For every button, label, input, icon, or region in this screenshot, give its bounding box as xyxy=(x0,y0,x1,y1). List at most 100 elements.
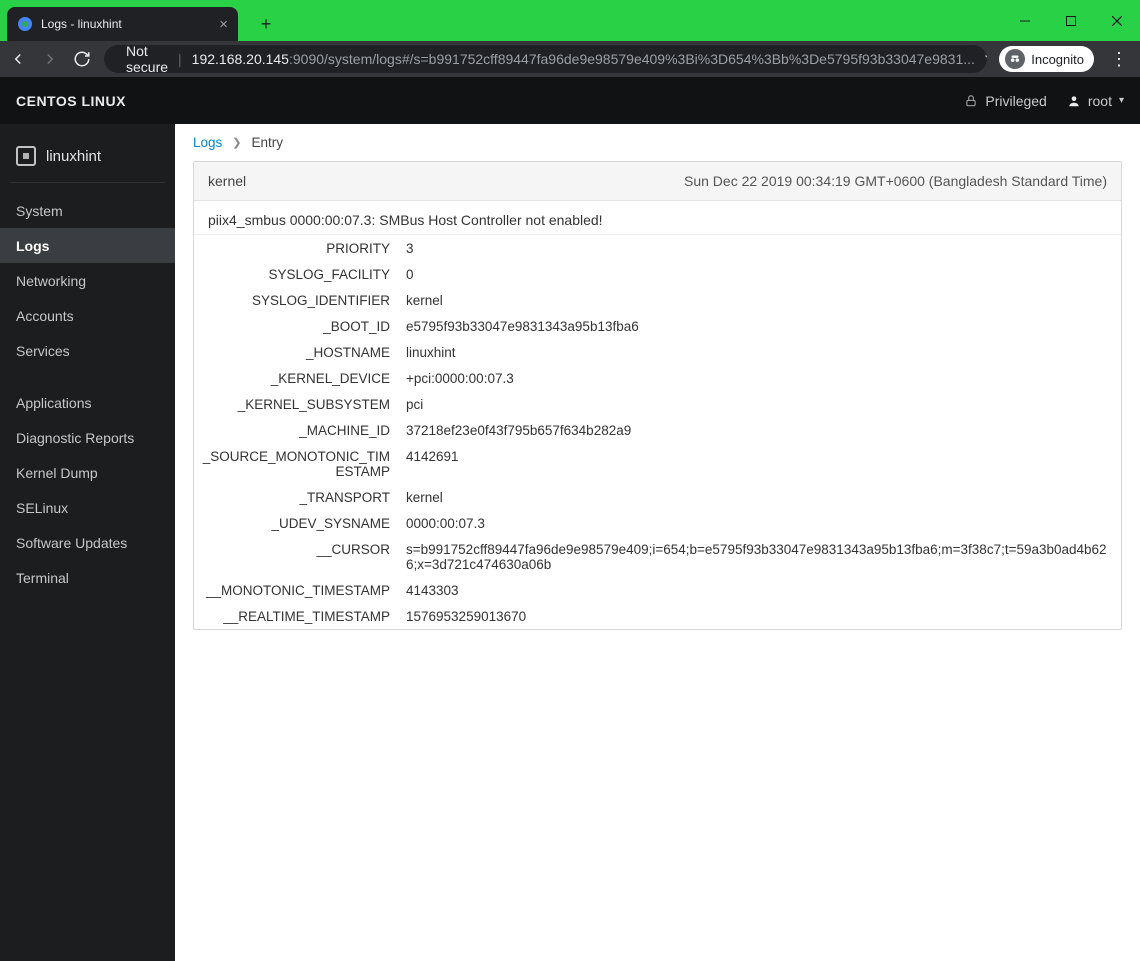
table-row: _HOSTNAMElinuxhint xyxy=(194,339,1121,365)
breadcrumb: Logs ❯ Entry xyxy=(175,124,1140,161)
chevron-down-icon: ▾ xyxy=(1119,95,1124,106)
brand-label: CENTOS LINUX xyxy=(16,93,126,109)
table-row: PRIORITY3 xyxy=(194,235,1121,261)
table-row: _MACHINE_ID37218ef23e0f43f795b657f634b28… xyxy=(194,417,1121,443)
browser-tab[interactable]: Logs - linuxhint × xyxy=(7,7,238,41)
browser-titlebar: Logs - linuxhint × + xyxy=(0,0,1140,41)
app-root: CENTOS LINUX Privileged root ▾ linuxhint… xyxy=(0,77,1140,961)
sidebar-item-logs[interactable]: Logs xyxy=(0,228,175,263)
bookmark-icon[interactable] xyxy=(985,50,987,69)
field-key: _SOURCE_MONOTONIC_TIMESTAMP xyxy=(194,443,398,484)
sidebar-item-terminal[interactable]: Terminal xyxy=(0,561,175,596)
field-key: SYSLOG_FACILITY xyxy=(194,261,398,287)
log-source-label: kernel xyxy=(208,173,246,189)
sidebar-item-accounts[interactable]: Accounts xyxy=(0,299,175,334)
table-row: _BOOT_IDe5795f93b33047e9831343a95b13fba6 xyxy=(194,313,1121,339)
chevron-right-icon: ❯ xyxy=(232,136,241,149)
table-row: __CURSORs=b991752cff89447fa96de9e98579e4… xyxy=(194,536,1121,577)
sidebar-group-spacer xyxy=(0,369,175,385)
log-time-label: Sun Dec 22 2019 00:34:19 GMT+0600 (Bangl… xyxy=(684,173,1107,189)
field-key: _UDEV_SYSNAME xyxy=(194,510,398,536)
field-key: PRIORITY xyxy=(194,235,398,261)
incognito-icon xyxy=(1005,49,1025,69)
lock-icon xyxy=(964,94,978,108)
log-message-row: piix4_smbus 0000:00:07.3: SMBus Host Con… xyxy=(194,201,1121,235)
breadcrumb-current: Entry xyxy=(252,135,284,150)
app-topbar: CENTOS LINUX Privileged root ▾ xyxy=(0,77,1140,124)
incognito-badge[interactable]: Incognito xyxy=(999,46,1094,72)
close-tab-icon[interactable]: × xyxy=(219,16,228,33)
field-value: 3 xyxy=(398,235,1121,261)
field-key: _BOOT_ID xyxy=(194,313,398,339)
favicon-icon xyxy=(17,16,33,32)
user-icon xyxy=(1067,94,1081,108)
sidebar: linuxhint SystemLogsNetworkingAccountsSe… xyxy=(0,124,175,961)
user-label: root xyxy=(1088,93,1112,109)
reload-button[interactable] xyxy=(72,49,92,69)
not-secure-label: Not secure xyxy=(126,45,168,73)
log-fields-table: PRIORITY3SYSLOG_FACILITY0SYSLOG_IDENTIFI… xyxy=(194,235,1121,629)
field-value: e5795f93b33047e9831343a95b13fba6 xyxy=(398,313,1121,339)
field-key: __CURSOR xyxy=(194,536,398,577)
field-key: __MONOTONIC_TIMESTAMP xyxy=(194,577,398,603)
field-value: kernel xyxy=(398,287,1121,313)
close-window-button[interactable] xyxy=(1094,0,1140,41)
content-area: Logs ❯ Entry kernel Sun Dec 22 2019 00:3… xyxy=(175,124,1140,961)
tab-title: Logs - linuxhint xyxy=(41,17,211,31)
forward-button[interactable] xyxy=(40,49,60,69)
sidebar-item-software-updates[interactable]: Software Updates xyxy=(0,526,175,561)
field-key: _TRANSPORT xyxy=(194,484,398,510)
browser-menu-button[interactable]: ⋮ xyxy=(1106,49,1132,70)
minimize-button[interactable] xyxy=(1002,0,1048,41)
table-row: _UDEV_SYSNAME0000:00:07.3 xyxy=(194,510,1121,536)
window-controls xyxy=(1002,0,1140,41)
field-key: _MACHINE_ID xyxy=(194,417,398,443)
table-row: _SOURCE_MONOTONIC_TIMESTAMP4142691 xyxy=(194,443,1121,484)
log-entry-panel: kernel Sun Dec 22 2019 00:34:19 GMT+0600… xyxy=(193,161,1122,630)
table-row: SYSLOG_FACILITY0 xyxy=(194,261,1121,287)
back-button[interactable] xyxy=(8,49,28,69)
privileged-button[interactable]: Privileged xyxy=(964,93,1046,109)
url-text: 192.168.20.145:9090/system/logs#/s=b9917… xyxy=(192,51,975,67)
sidebar-item-kernel-dump[interactable]: Kernel Dump xyxy=(0,455,175,490)
sidebar-item-selinux[interactable]: SELinux xyxy=(0,491,175,526)
host-icon xyxy=(16,146,36,166)
field-key: _HOSTNAME xyxy=(194,339,398,365)
field-value: 37218ef23e0f43f795b657f634b282a9 xyxy=(398,417,1121,443)
browser-toolbar: Not secure | 192.168.20.145:9090/system/… xyxy=(0,41,1140,77)
new-tab-button[interactable]: + xyxy=(252,10,280,38)
table-row: _KERNEL_SUBSYSTEMpci xyxy=(194,391,1121,417)
table-row: __MONOTONIC_TIMESTAMP4143303 xyxy=(194,577,1121,603)
user-menu-button[interactable]: root ▾ xyxy=(1067,93,1124,109)
sidebar-item-diagnostic-reports[interactable]: Diagnostic Reports xyxy=(0,420,175,455)
table-row: _KERNEL_DEVICE+pci:0000:00:07.3 xyxy=(194,365,1121,391)
field-value: 1576953259013670 xyxy=(398,603,1121,629)
log-entry-header: kernel Sun Dec 22 2019 00:34:19 GMT+0600… xyxy=(194,162,1121,201)
privileged-label: Privileged xyxy=(985,93,1046,109)
address-bar[interactable]: Not secure | 192.168.20.145:9090/system/… xyxy=(104,45,987,73)
field-value: pci xyxy=(398,391,1121,417)
breadcrumb-logs-link[interactable]: Logs xyxy=(193,135,222,150)
table-row: SYSLOG_IDENTIFIERkernel xyxy=(194,287,1121,313)
field-value: linuxhint xyxy=(398,339,1121,365)
field-value: 0000:00:07.3 xyxy=(398,510,1121,536)
sidebar-host[interactable]: linuxhint xyxy=(0,138,175,170)
sidebar-item-networking[interactable]: Networking xyxy=(0,263,175,298)
field-key: _KERNEL_SUBSYSTEM xyxy=(194,391,398,417)
field-value: kernel xyxy=(398,484,1121,510)
sidebar-item-applications[interactable]: Applications xyxy=(0,385,175,420)
field-key: __REALTIME_TIMESTAMP xyxy=(194,603,398,629)
field-value: 4142691 xyxy=(398,443,1121,484)
sidebar-item-services[interactable]: Services xyxy=(0,334,175,369)
field-value: 0 xyxy=(398,261,1121,287)
field-key: SYSLOG_IDENTIFIER xyxy=(194,287,398,313)
field-value: s=b991752cff89447fa96de9e98579e409;i=654… xyxy=(398,536,1121,577)
maximize-button[interactable] xyxy=(1048,0,1094,41)
sidebar-separator xyxy=(10,182,165,183)
table-row: __REALTIME_TIMESTAMP1576953259013670 xyxy=(194,603,1121,629)
table-row: _TRANSPORTkernel xyxy=(194,484,1121,510)
sidebar-item-system[interactable]: System xyxy=(0,193,175,228)
field-value: 4143303 xyxy=(398,577,1121,603)
field-key: _KERNEL_DEVICE xyxy=(194,365,398,391)
sidebar-host-label: linuxhint xyxy=(46,148,101,165)
